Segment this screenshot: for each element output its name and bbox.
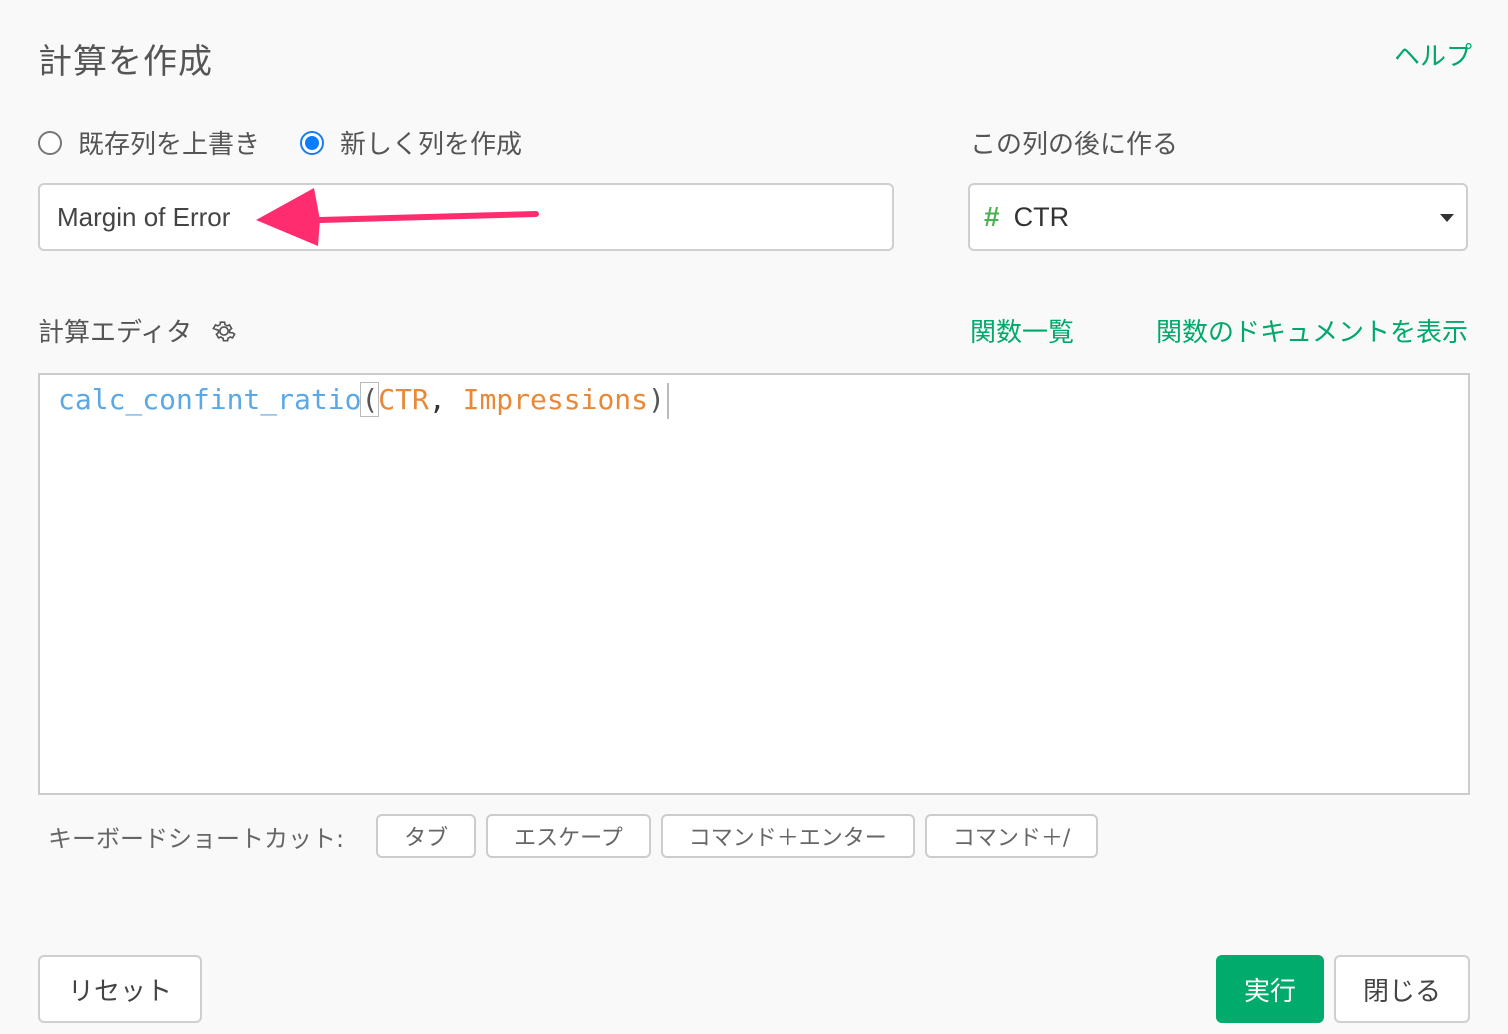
insert-after-column-select[interactable]: # CTR <box>968 183 1468 251</box>
column-name-input[interactable] <box>38 183 894 251</box>
calculation-editor[interactable]: calc_confint_ratio(CTR, Impressions) <box>38 373 1470 795</box>
code-close-paren: ) <box>648 383 665 416</box>
chevron-down-icon <box>1440 214 1454 222</box>
run-button[interactable]: 実行 <box>1216 955 1324 1023</box>
dialog-title: 計算を作成 <box>38 42 213 82</box>
code-open-paren: ( <box>360 382 380 417</box>
function-list-link[interactable]: 関数一覧 <box>970 312 1074 349</box>
radio-unchecked-icon[interactable] <box>38 130 62 155</box>
radio-create-new-label: 新しく列を作成 <box>340 130 523 160</box>
gear-icon[interactable] <box>210 317 238 345</box>
function-docs-link[interactable]: 関数のドキュメントを表示 <box>1156 312 1468 349</box>
shortcut-escape[interactable]: エスケープ <box>486 814 651 858</box>
reset-button[interactable]: リセット <box>38 955 202 1023</box>
text-cursor <box>666 383 669 419</box>
code-arg-token: Impressions <box>462 383 649 416</box>
keyboard-shortcuts: キーボードショートカット: タブ エスケープ コマンド＋エンター コマンド＋/ <box>48 814 1108 858</box>
editor-header: 計算エディタ <box>38 312 238 349</box>
radio-overwrite-label: 既存列を上書き <box>78 130 261 160</box>
shortcuts-label: キーボードショートカット: <box>48 824 345 853</box>
radio-checked-icon[interactable] <box>300 130 325 155</box>
code-arg-token: CTR <box>378 383 429 416</box>
shortcut-tab[interactable]: タブ <box>376 814 477 858</box>
code-function-token: calc_confint_ratio <box>58 383 362 416</box>
selected-column: CTR <box>1013 201 1070 232</box>
shortcut-command-enter[interactable]: コマンド＋エンター <box>660 814 915 858</box>
insert-after-label: この列の後に作る <box>970 130 1179 160</box>
numeric-type-icon: # <box>984 201 1000 232</box>
radio-create-new[interactable]: 新しく列を作成 <box>300 124 522 161</box>
radio-overwrite-existing[interactable]: 既存列を上書き <box>38 124 260 161</box>
help-link[interactable]: ヘルプ <box>1394 36 1472 73</box>
shortcut-command-slash[interactable]: コマンド＋/ <box>924 814 1099 858</box>
editor-label: 計算エディタ <box>38 318 193 348</box>
code-comma: , <box>428 383 463 416</box>
close-button[interactable]: 閉じる <box>1334 955 1470 1023</box>
mode-radio-group: 既存列を上書き 新しく列を作成 <box>38 124 562 161</box>
